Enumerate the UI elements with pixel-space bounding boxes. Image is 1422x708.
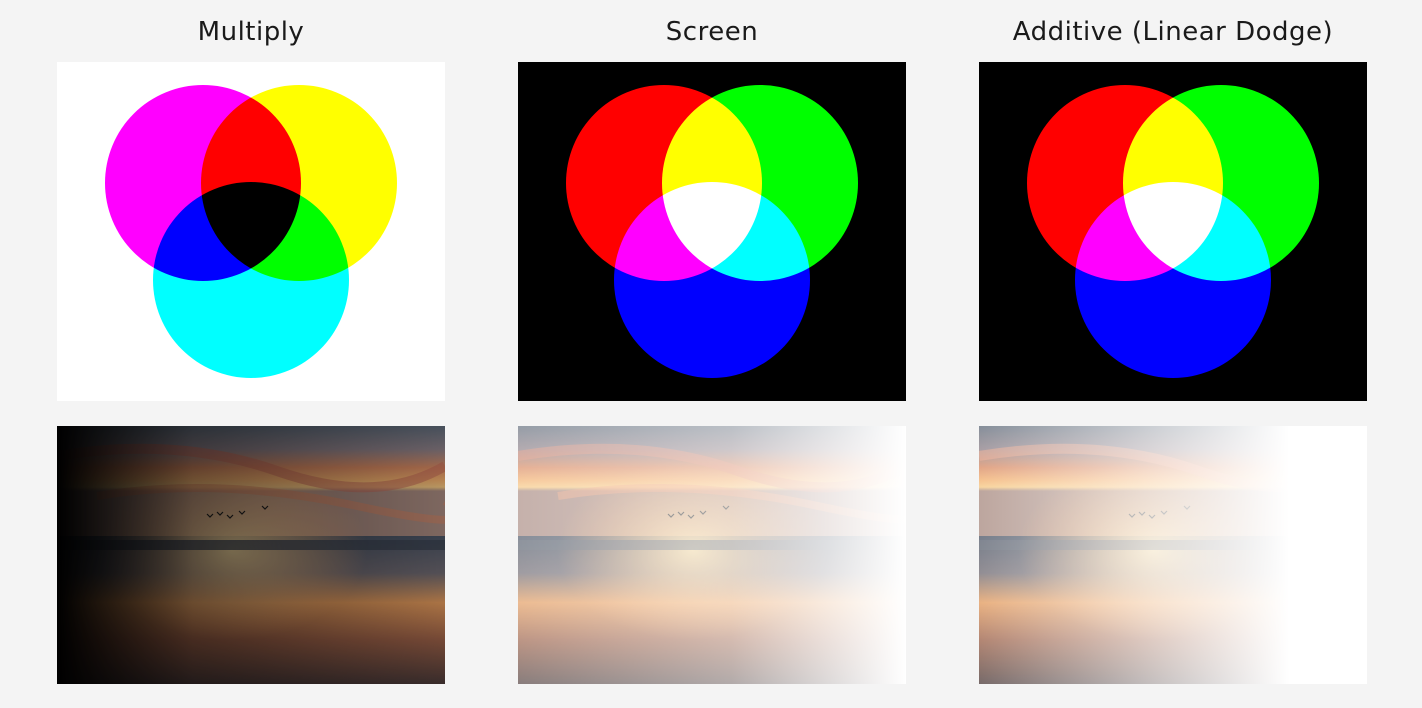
photo-additive bbox=[979, 426, 1367, 684]
circle-bottom bbox=[614, 182, 810, 378]
sunset-photo-additive bbox=[979, 426, 1367, 684]
photo-multiply bbox=[57, 426, 445, 684]
venn-panel-screen bbox=[518, 62, 906, 401]
venn-diagram-additive bbox=[979, 62, 1367, 401]
circle-bottom bbox=[153, 182, 349, 378]
venn-diagram-multiply bbox=[57, 62, 445, 401]
title-screen: Screen bbox=[665, 17, 759, 47]
venn-panel-additive bbox=[979, 62, 1367, 401]
photo-screen bbox=[518, 426, 906, 684]
circle-bottom bbox=[1075, 182, 1271, 378]
sunset-photo-multiply bbox=[57, 426, 445, 684]
venn-panel-multiply bbox=[57, 62, 445, 401]
sunset-photo-screen bbox=[518, 426, 906, 684]
title-multiply: Multiply bbox=[197, 17, 305, 47]
title-additive: Additive (Linear Dodge) bbox=[1012, 17, 1334, 47]
venn-diagram-screen bbox=[518, 62, 906, 401]
